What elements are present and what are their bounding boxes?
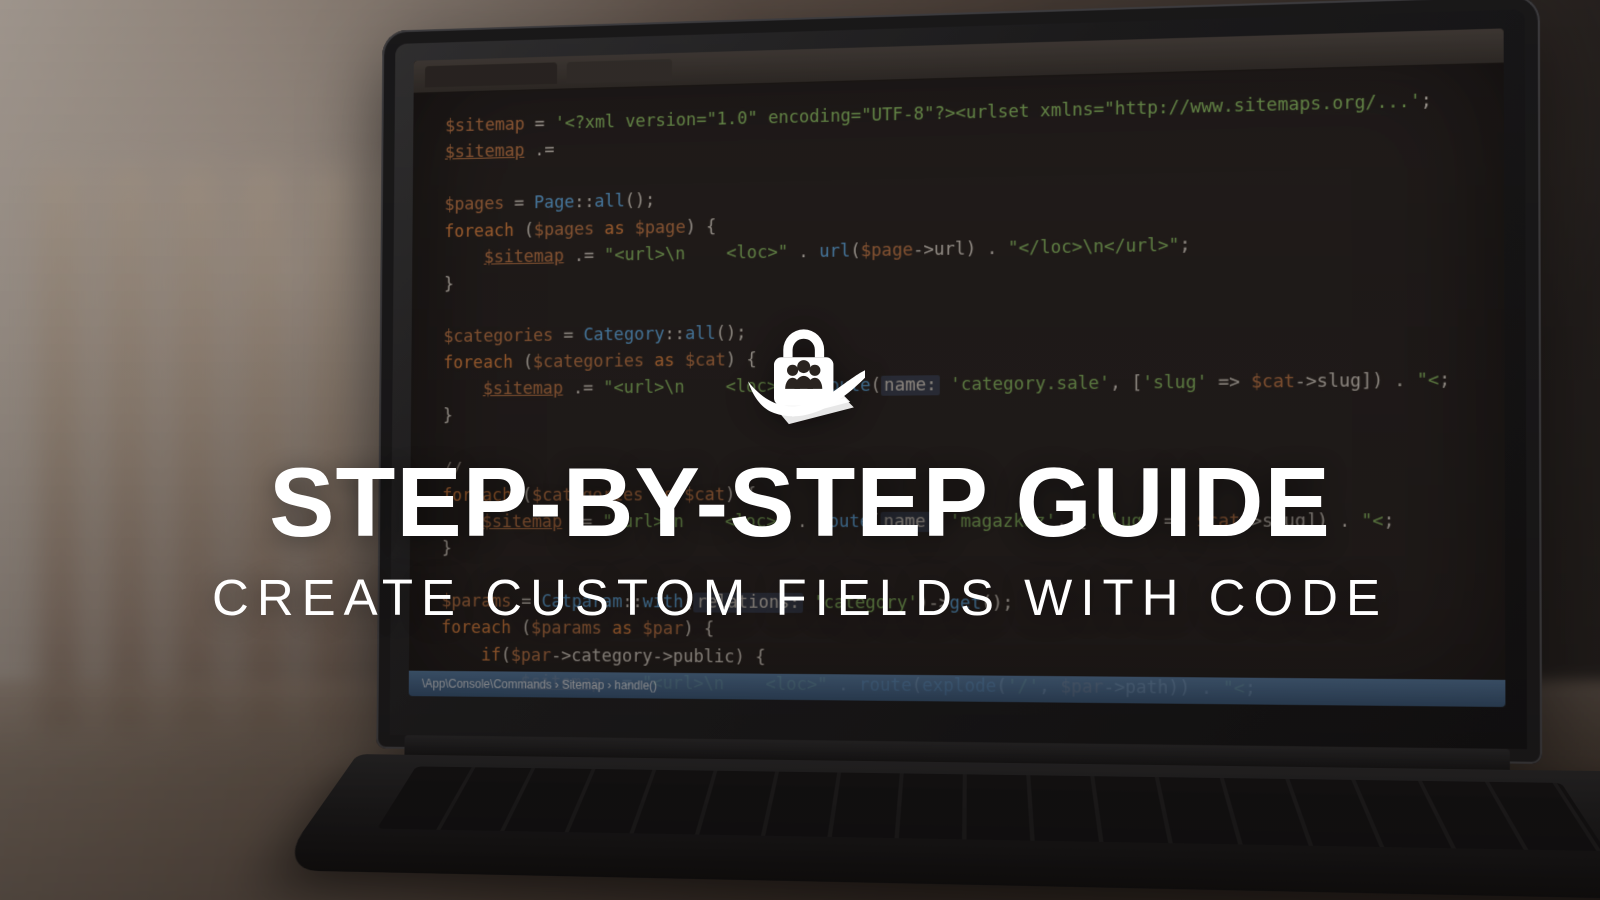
laptop-screen: $sitemap = '<?xml version="1.0" encoding…: [409, 28, 1506, 707]
bokeh-blinds: [40, 170, 420, 730]
laptop-photo: $sitemap = '<?xml version="1.0" encoding…: [375, 0, 1542, 900]
code-sample: $sitemap = '<?xml version="1.0" encoding…: [441, 87, 1484, 672]
laptop-keyboard: [377, 766, 1600, 851]
hero-background: $sitemap = '<?xml version="1.0" encoding…: [0, 0, 1600, 900]
editor-tab: [567, 59, 673, 84]
editor-tab: [425, 62, 557, 87]
editor-tabbar: [414, 28, 1504, 93]
laptop-lid: $sitemap = '<?xml version="1.0" encoding…: [376, 0, 1542, 764]
editor-statusbar: \App\Console\Commands › Sitemap › handle…: [409, 671, 1506, 707]
